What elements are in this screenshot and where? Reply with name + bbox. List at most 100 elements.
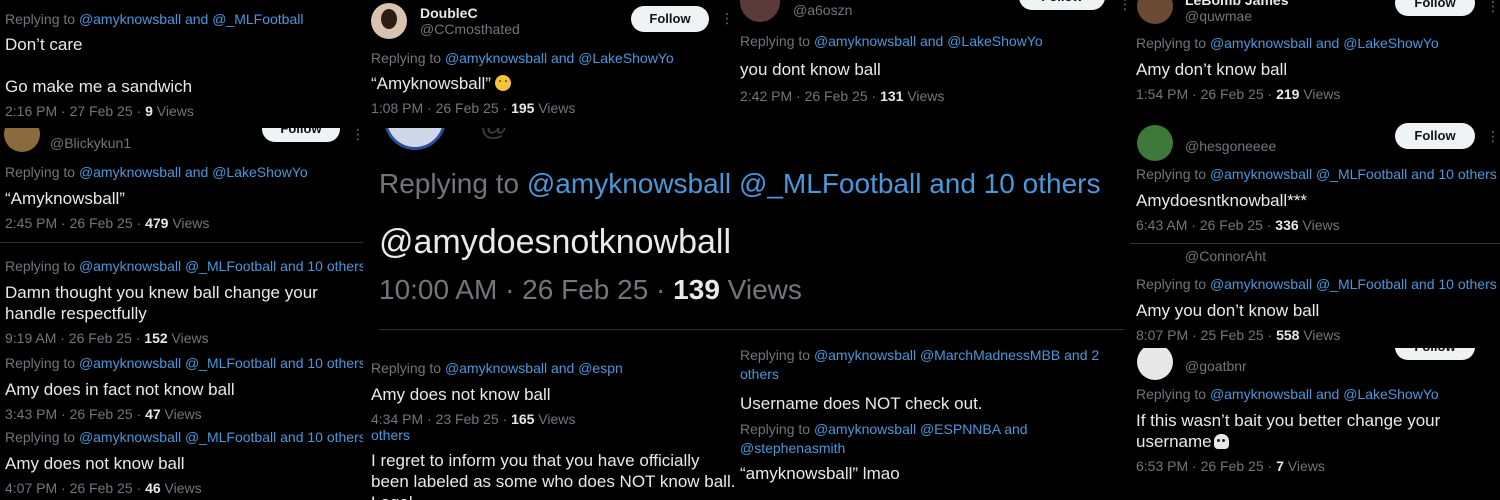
tweet-text: Amydoesntknowball***: [1136, 191, 1308, 210]
screenshot-panel-10: LeBomb James @quwmae Follow ⋮ Replying t…: [1130, 0, 1500, 120]
mention-link[interactable]: @_MLFootball: [185, 258, 276, 274]
tweet-text: you dont know ball: [740, 60, 881, 79]
mention-link[interactable]: @LakeShowYo: [212, 164, 307, 180]
display-name[interactable]: DoubleC: [420, 5, 478, 21]
mention-link[interactable]: @_MLFootball: [185, 355, 276, 371]
more-icon[interactable]: ⋮: [1118, 0, 1130, 13]
mention-link[interactable]: @amyknowsball: [1210, 386, 1312, 402]
replying-line: Replying to @amyknowsball @_MLFootball a…: [379, 168, 1101, 199]
user-handle[interactable]: @ConnorAht: [1185, 248, 1266, 264]
mention-link[interactable]: @amyknowsball: [814, 421, 916, 437]
avatar[interactable]: [1137, 125, 1173, 161]
avatar[interactable]: [1137, 348, 1173, 380]
mention-link[interactable]: @ESPNNBA: [920, 421, 1000, 437]
user-handle[interactable]: @a6oszn: [793, 2, 852, 18]
avatar[interactable]: [371, 3, 407, 39]
mention-link[interactable]: @espn: [578, 360, 623, 376]
mention-link[interactable]: @LakeShowYo: [1343, 35, 1438, 51]
user-handle[interactable]: @quwmae: [1185, 8, 1252, 24]
mention-link[interactable]: @stephenasmith: [740, 440, 845, 456]
mention-link[interactable]: @LakeShowYo: [578, 50, 673, 66]
screenshot-panel-13: @goatbnr Follow Replying to @amyknowsbal…: [1130, 348, 1500, 500]
more-icon[interactable]: ⋮: [720, 10, 734, 27]
mention-link[interactable]: @amyknowsball: [445, 50, 547, 66]
replying-line: Replying to @amyknowsball and @LakeShowY…: [5, 164, 308, 180]
thinking-emoji-icon: [494, 75, 511, 91]
tweet-text: Don’t care: [5, 35, 83, 54]
avatar[interactable]: [1137, 0, 1173, 24]
screenshot-panel-8: @a6oszn Follow ⋮ Replying to @amyknowsba…: [736, 0, 1130, 118]
tweet-meta: 4:34 PM · 23 Feb 25 · 165 Views: [371, 411, 576, 427]
screenshot-panel-2: @Blickykun1 Follow ⋮ Replying to @amykno…: [0, 128, 363, 240]
follow-button[interactable]: Follow: [1019, 0, 1105, 10]
user-handle[interactable]: @CCmosthated: [420, 21, 520, 37]
mention-link[interactable]: @_MLFootball: [185, 429, 276, 445]
mention-link[interactable]: @amyknowsball: [1210, 276, 1312, 292]
mention-link[interactable]: @amyknowsball: [79, 11, 181, 27]
tweet-meta: 2:16 PM · 27 Feb 25 · 9 Views: [5, 103, 194, 119]
view-count: 46: [145, 480, 161, 496]
replying-line: Replying to @amyknowsball and @_MLFootba…: [5, 11, 304, 27]
user-handle[interactable]: @Blickykun1: [50, 135, 131, 151]
tweet-text: Username does NOT check out.: [740, 394, 983, 413]
replying-line: Replying to @amyknowsball @_MLFootball a…: [5, 355, 363, 371]
user-handle[interactable]: @goatbnr: [1185, 358, 1247, 374]
follow-button[interactable]: Follow: [1395, 123, 1475, 149]
tweet-text: Amy don’t know ball: [1136, 60, 1288, 79]
avatar[interactable]: [384, 128, 446, 150]
screenshot-panel-5: Replying to @amyknowsball @_MLFootball a…: [0, 428, 363, 500]
tweet-text: @amydoesnotknowball: [379, 223, 732, 261]
mention-link[interactable]: @LakeShowYo: [947, 33, 1042, 49]
mention-link[interactable]: @amyknowsball: [79, 258, 181, 274]
mention-link[interactable]: @_MLFootball: [1316, 166, 1407, 182]
replying-line: Replying to @amyknowsball and @LakeShowY…: [371, 50, 674, 66]
replying-line: Replying to @amyknowsball and @LakeShowY…: [740, 33, 1043, 49]
display-name[interactable]: LeBomb James: [1185, 0, 1288, 8]
user-handle[interactable]: @hesgoneeee: [1185, 138, 1276, 154]
mention-link[interactable]: @amyknowsball: [79, 429, 181, 445]
mention-link[interactable]: @amyknowsball: [79, 355, 181, 371]
view-count: 7: [1276, 458, 1284, 474]
view-count: 139: [673, 274, 720, 305]
mention-link[interactable]: @amyknowsball: [527, 168, 731, 199]
more-icon[interactable]: ⋮: [351, 128, 363, 143]
follow-button[interactable]: Follow: [1395, 348, 1475, 360]
user-handle-cropped: @: [480, 128, 508, 142]
mention-link[interactable]: @amyknowsball: [79, 164, 181, 180]
screenshot-panel-11: @hesgoneeee Follow ⋮ Replying to @amykno…: [1130, 120, 1500, 242]
tweet-meta: 3:43 PM · 26 Feb 25 · 47 Views: [5, 406, 202, 422]
mention-link[interactable]: @amyknowsball: [814, 350, 916, 363]
replying-line: Replying to @amyknowsball @_MLFootball a…: [5, 258, 363, 274]
tweet-meta: 2:42 PM · 26 Feb 25 · 131 Views: [740, 88, 945, 104]
follow-button[interactable]: Follow: [262, 128, 340, 142]
mention-link[interactable]: @amyknowsball: [1210, 35, 1312, 51]
view-count: 195: [511, 100, 535, 116]
tweet-meta: 1:08 PM · 26 Feb 25 · 195 Views: [371, 100, 576, 116]
avatar[interactable]: [4, 128, 40, 152]
mention-link[interactable]: @MarchMadnessMBB: [920, 350, 1060, 363]
tweet-meta: 2:45 PM · 26 Feb 25 · 479 Views: [5, 215, 210, 231]
mention-link[interactable]: @_MLFootball: [212, 11, 303, 27]
mention-link[interactable]: @LakeShowYo: [1343, 386, 1438, 402]
mention-link[interactable]: @amyknowsball: [445, 360, 547, 376]
tweet-meta: 9:19 AM · 26 Feb 25 · 152 Views: [5, 330, 209, 346]
follow-button[interactable]: Follow: [631, 6, 709, 32]
avatar[interactable]: [740, 0, 780, 22]
view-count: 152: [144, 330, 168, 346]
screenshot-panel-6: DoubleC @CCmosthated Follow ⋮ Replying t…: [363, 0, 736, 126]
replying-line: Replying to @amyknowsball @MarchMadnessM…: [740, 350, 1125, 384]
tweet-text: Amy you don’t know ball: [1136, 301, 1320, 320]
follow-button[interactable]: Follow: [1395, 0, 1475, 16]
replying-line: others: [371, 427, 410, 443]
mention-link[interactable]: @amyknowsball: [814, 33, 916, 49]
view-count: 47: [145, 406, 161, 422]
mention-link[interactable]: @amyknowsball: [1210, 166, 1312, 182]
screenshot-panel-7: Replying to @amyknowsball and @espn Amy …: [363, 352, 736, 500]
more-icon[interactable]: ⋮: [1486, 128, 1500, 145]
mention-link[interactable]: @_MLFootball: [1316, 276, 1407, 292]
mention-link[interactable]: @_MLFootball: [739, 168, 922, 199]
screenshot-panel-12: @ConnorAht Replying to @amyknowsball @_M…: [1130, 244, 1500, 348]
tweet-text: Amy does not know ball: [5, 454, 185, 473]
tweet-text: Damn thought you knew ball change your h…: [5, 283, 318, 323]
more-icon[interactable]: ⋮: [1486, 0, 1500, 15]
